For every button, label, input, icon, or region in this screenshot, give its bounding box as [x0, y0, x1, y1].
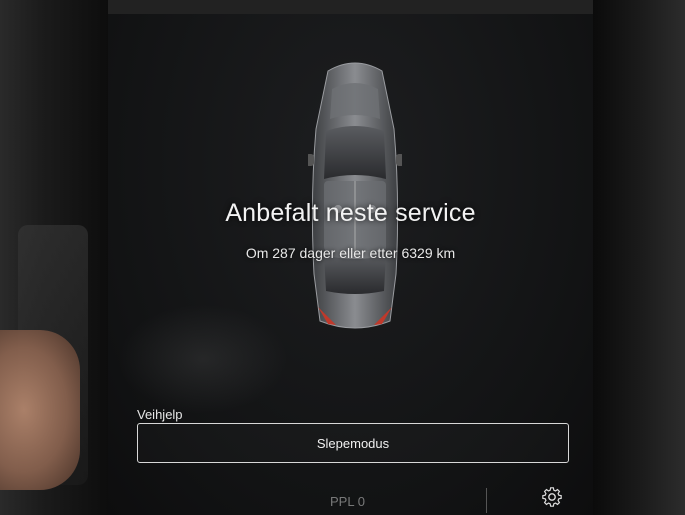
hand-holding-device — [0, 330, 80, 490]
bottom-bar-partial-text: PPL 0 — [330, 494, 365, 509]
device-bezel-right — [593, 0, 685, 515]
settings-icon[interactable] — [541, 486, 563, 508]
roadside-assistance-label: Veihjelp — [137, 407, 183, 422]
screen-reflection — [118, 304, 288, 414]
service-interval-text: Om 287 dager eller etter 6329 km — [245, 245, 456, 261]
bottom-bar: PPL 0 — [108, 484, 593, 515]
service-title: Anbefalt neste service — [225, 199, 476, 227]
infotainment-screen: Anbefalt neste service Om 287 dager elle… — [108, 14, 593, 515]
car-top-view-image — [308, 62, 402, 329]
bottom-bar-divider — [486, 488, 487, 513]
tow-mode-button[interactable]: Slepemodus — [137, 423, 569, 463]
